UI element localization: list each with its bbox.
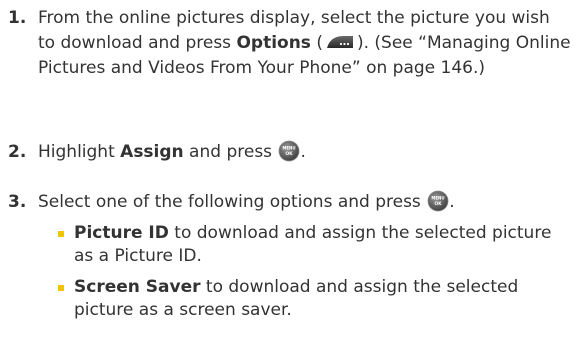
- step-number: 1.: [8, 8, 27, 28]
- step-text-part: .: [449, 192, 455, 212]
- step-number: 3.: [8, 192, 27, 212]
- svg-text:MENU: MENU: [283, 146, 296, 151]
- step-text-part: (: [310, 33, 323, 53]
- step-1: 1. From the online pictures display, sel…: [0, 6, 571, 81]
- step-bold-term: Assign: [120, 142, 184, 162]
- step-3: 3. Select one of the following options a…: [0, 190, 571, 215]
- step-text: Select one of the following options and …: [38, 190, 571, 215]
- option-list: Picture ID to download and assign the se…: [56, 222, 573, 330]
- menu-ok-key-icon: MENU OK: [427, 190, 449, 212]
- step-text-part: Select one of the following options and …: [38, 192, 427, 212]
- option-picture-id: Picture ID to download and assign the se…: [56, 222, 573, 268]
- option-term: Screen Saver: [74, 277, 201, 297]
- step-text: From the online pictures display, select…: [38, 6, 571, 81]
- step-text: Highlight Assign and press MENU OK .: [38, 140, 571, 165]
- step-text-part: Highlight: [38, 142, 121, 162]
- svg-text:OK: OK: [286, 151, 294, 157]
- svg-text:MENU: MENU: [432, 196, 445, 201]
- step-text-part: and press: [183, 142, 278, 162]
- option-term: Picture ID: [74, 223, 169, 243]
- options-softkey-icon: [326, 36, 353, 48]
- step-bold-term: Options: [236, 33, 311, 53]
- bullet-icon: [58, 285, 64, 291]
- option-screen-saver: Screen Saver to download and assign the …: [56, 276, 573, 322]
- step-text-part: .: [300, 142, 306, 162]
- step-number: 2.: [8, 142, 27, 162]
- step-2: 2. Highlight Assign and press MENU OK .: [0, 140, 571, 165]
- bullet-icon: [58, 231, 64, 237]
- svg-text:OK: OK: [435, 201, 443, 207]
- menu-ok-key-icon: MENU OK: [279, 140, 300, 162]
